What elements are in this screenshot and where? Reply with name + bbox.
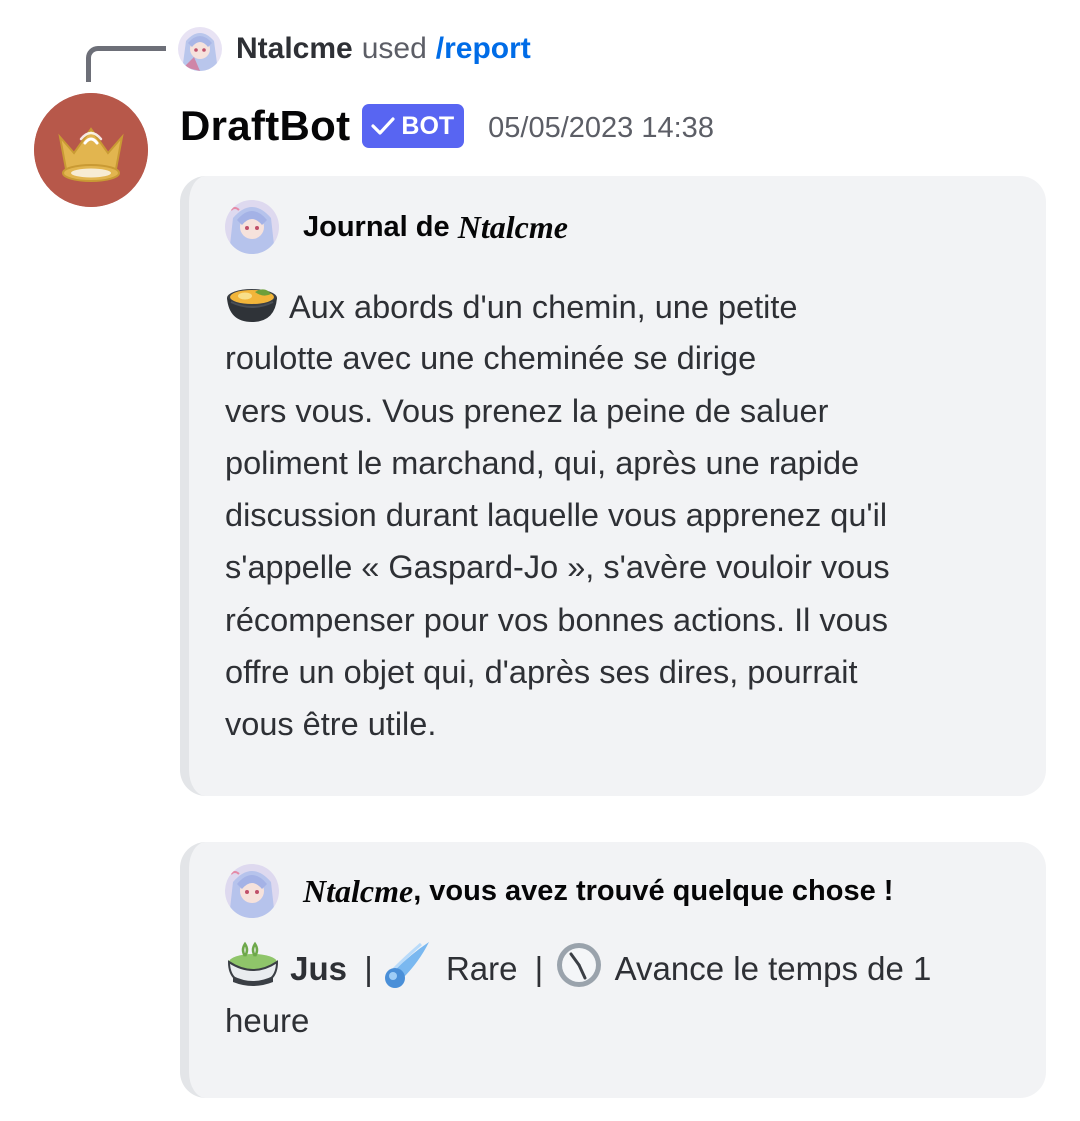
replied-username[interactable]: Ntalcme: [236, 32, 353, 66]
item-name: Jus: [290, 950, 348, 987]
comet-icon: [384, 942, 429, 988]
bot-username[interactable]: DraftBot: [180, 102, 350, 150]
tea-cup-icon: [227, 941, 279, 986]
loot-embed: Ntalcme, vous avez trouvé quelque chose …: [180, 842, 1046, 1098]
embed-description: Aux abords d'un chemin, une petite roulo…: [225, 280, 1015, 751]
ramen-bowl-icon: [227, 289, 277, 322]
description-line: poliment le marchand, qui, après une rap…: [225, 444, 860, 481]
embed-author-avatar: [225, 864, 279, 918]
reply-connector: [86, 46, 166, 82]
item-rarity: Rare: [445, 950, 518, 987]
separator: |: [534, 950, 544, 987]
clock-icon: [557, 943, 602, 987]
item-effect: Avance le temps de 1: [614, 950, 932, 987]
bot-tag-badge: BOT: [362, 104, 465, 148]
embed-author-name: Ntalcme: [303, 872, 414, 909]
embed-author-suffix: , vous avez trouvé quelque chose !: [413, 874, 894, 907]
embed-author: Ntalcme, vous avez trouvé quelque chose …: [225, 864, 893, 918]
description-line: discussion durant laquelle vous apprenez…: [225, 497, 888, 534]
bot-avatar[interactable]: [34, 93, 148, 207]
slash-command-link[interactable]: /report: [436, 32, 531, 66]
description-line: Aux abords d'un chemin, une petite: [225, 280, 1015, 332]
description-line: vers vous. Vous prenez la peine de salue…: [225, 392, 829, 429]
reply-used-text: used: [361, 32, 427, 65]
message-timestamp[interactable]: 05/05/2023 14:38: [488, 112, 714, 145]
reply-preview[interactable]: Ntalcme used /report: [178, 26, 531, 72]
description-line: offre un objet qui, d'après ses dires, p…: [225, 654, 858, 691]
embed-author: Journal de Ntalcme: [225, 200, 568, 254]
description-line: vous être utile.: [225, 706, 437, 743]
description-line: s'appelle « Gaspard-Jo », s'avère vouloi…: [225, 549, 890, 586]
embed-author-name: Ntalcme: [457, 208, 568, 245]
embed-author-prefix: Journal de: [303, 210, 450, 243]
message-header: DraftBot BOT 05/05/2023 14:38: [180, 98, 714, 154]
loot-line: Jus | Rare | Avance le temps de 1: [225, 940, 1025, 994]
separator: |: [364, 950, 373, 987]
checkmark-icon: [371, 117, 395, 135]
replied-user-avatar[interactable]: [178, 27, 222, 71]
embed-author-avatar: [225, 200, 279, 254]
loot-line: heure: [225, 1002, 310, 1039]
description-line: roulotte avec une cheminée se dirige: [225, 340, 757, 377]
description-line: récompenser pour vos bonnes actions. Il …: [225, 601, 888, 638]
crown-icon: [34, 93, 148, 207]
loot-description: Jus | Rare | Avance le temps de 1 heure: [225, 940, 1025, 1048]
bot-tag-label: BOT: [401, 111, 455, 140]
report-embed: Journal de Ntalcme Aux abords d'un chemi…: [180, 176, 1046, 796]
